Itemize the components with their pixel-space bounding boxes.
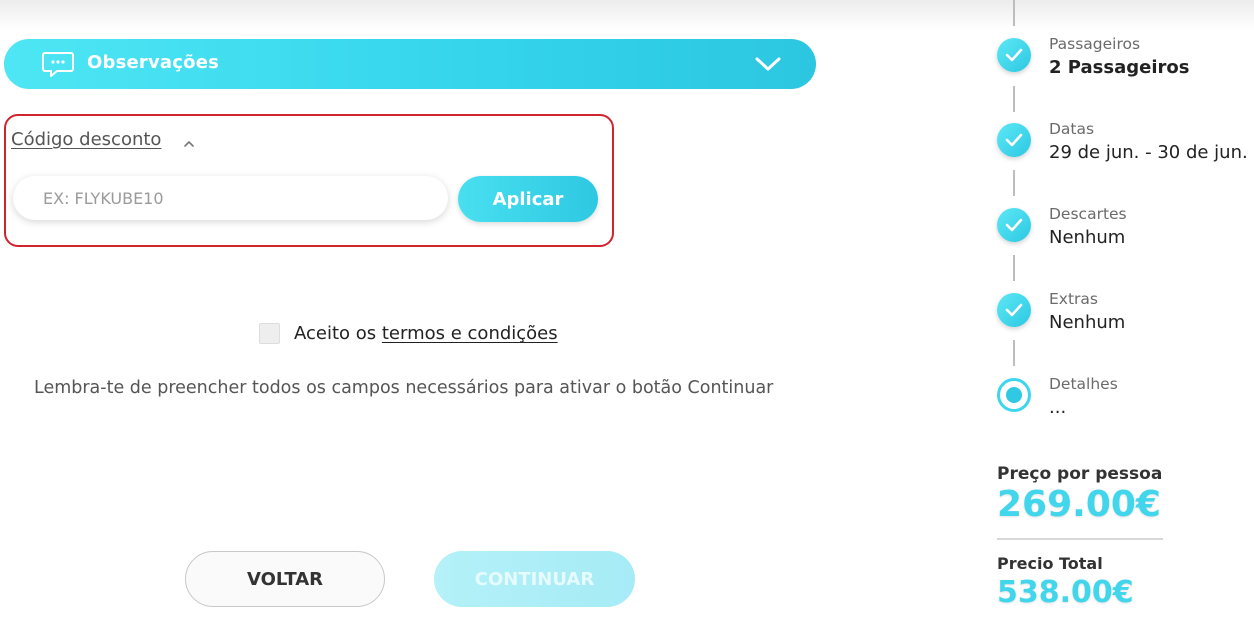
step-details-current-icon bbox=[997, 378, 1031, 412]
total-price-value: 538.00€ bbox=[997, 575, 1134, 610]
top-shadow bbox=[0, 0, 1254, 30]
chevron-down-icon[interactable] bbox=[754, 53, 782, 75]
discount-code-section: Código desconto Aplicar bbox=[4, 114, 614, 247]
chat-bubble-icon bbox=[42, 50, 74, 78]
required-fields-reminder: Lembra-te de preencher todos os campos n… bbox=[34, 378, 774, 398]
step-discards-value: Nenhum bbox=[1049, 227, 1126, 248]
observations-accordion[interactable]: Observações bbox=[4, 39, 816, 89]
step-extras-label: Extras bbox=[1049, 290, 1098, 308]
stepper-connector bbox=[1013, 255, 1015, 281]
step-dates-value: 29 de jun. - 30 de jun. bbox=[1049, 142, 1248, 163]
step-discards-check-icon bbox=[997, 208, 1031, 242]
stepper-connector bbox=[1013, 170, 1015, 196]
step-extras-value: Nenhum bbox=[1049, 312, 1126, 333]
chevron-up-icon[interactable] bbox=[182, 134, 196, 147]
price-per-person-label: Preço por pessoa bbox=[997, 464, 1163, 484]
price-divider bbox=[997, 538, 1163, 540]
stepper-connector bbox=[1013, 340, 1015, 366]
terms-link[interactable]: termos e condições bbox=[382, 323, 558, 344]
stepper-connector bbox=[1013, 86, 1015, 112]
discount-code-toggle[interactable]: Código desconto bbox=[11, 129, 161, 150]
apply-discount-button[interactable]: Aplicar bbox=[458, 176, 598, 222]
step-details-value: ... bbox=[1049, 397, 1067, 418]
discount-code-input[interactable] bbox=[13, 176, 448, 220]
terms-prefix: Aceito os bbox=[294, 323, 382, 344]
step-passengers-check-icon bbox=[997, 38, 1031, 72]
stepper-connector bbox=[1013, 0, 1015, 26]
terms-checkbox[interactable] bbox=[259, 323, 280, 344]
back-button[interactable]: VOLTAR bbox=[185, 551, 385, 607]
price-per-person-value: 269.00€ bbox=[997, 484, 1161, 525]
step-details-label: Detalhes bbox=[1049, 375, 1118, 393]
observations-label: Observações bbox=[87, 52, 220, 73]
continue-button[interactable]: CONTINUAR bbox=[434, 551, 635, 607]
step-dates-label: Datas bbox=[1049, 120, 1095, 138]
step-passengers-value: 2 Passageiros bbox=[1049, 57, 1190, 78]
terms-label: Aceito os termos e condições bbox=[294, 323, 558, 344]
step-discards-label: Descartes bbox=[1049, 205, 1127, 223]
step-dates-check-icon bbox=[997, 123, 1031, 157]
step-extras-check-icon bbox=[997, 293, 1031, 327]
total-price-label: Precio Total bbox=[997, 554, 1103, 573]
step-passengers-label: Passageiros bbox=[1049, 35, 1141, 53]
